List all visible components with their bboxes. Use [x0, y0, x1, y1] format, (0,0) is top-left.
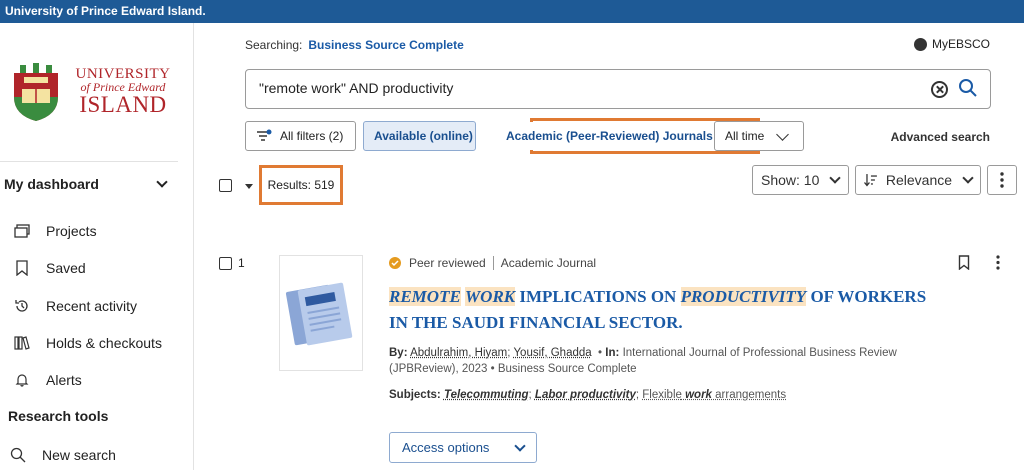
institution-banner: University of Prince Edward Island. — [0, 0, 1024, 23]
title-highlight: REMOTE — [389, 287, 461, 306]
sidebar-item-new-search[interactable]: New search — [10, 447, 116, 463]
result-meta: Peer reviewed Academic Journal — [389, 256, 596, 270]
sidebar-item-alerts[interactable]: Alerts — [14, 370, 82, 390]
sidebar: UNIVERSITY of Prince Edward ISLAND My da… — [0, 23, 194, 470]
subject-text: arrangements — [715, 389, 787, 401]
sort-icon — [864, 174, 877, 187]
main-content: Searching: Business Source Complete MyEBS… — [195, 23, 1024, 470]
chevron-down-icon — [829, 172, 842, 184]
myebsco-label: MyEBSCO — [931, 37, 990, 51]
all-filters-button[interactable]: All filters (2) — [245, 121, 356, 151]
sidebar-item-recent-activity[interactable]: Recent activity — [14, 296, 137, 316]
sidebar-item-label: Saved — [46, 260, 86, 276]
chevron-down-icon — [962, 172, 974, 184]
by-label: By: — [389, 347, 408, 359]
sidebar-item-label: Projects — [46, 223, 97, 239]
results-count-label: Results: 519 — [267, 178, 335, 192]
author-link[interactable]: Yousif, Ghadda — [513, 347, 591, 359]
result-title-link[interactable]: REMOTE WORK IMPLICATIONS ON PRODUCTIVITY… — [389, 284, 949, 336]
kebab-menu-icon[interactable] — [996, 255, 1000, 270]
research-tools-heading: Research tools — [8, 408, 109, 424]
sidebar-item-label: Recent activity — [46, 298, 138, 314]
bookmark-icon — [16, 260, 28, 276]
title-highlight: PRODUCTIVITY — [680, 287, 807, 306]
access-options-button[interactable]: Access options — [389, 432, 537, 463]
result-checkbox[interactable] — [219, 257, 232, 270]
subject-text: Flexible — [642, 389, 682, 401]
sort-dropdown[interactable]: Relevance — [855, 165, 981, 195]
time-range-dropdown[interactable]: All time — [714, 121, 804, 151]
available-online-filter[interactable]: Available (online) — [363, 121, 476, 151]
sidebar-item-label: New search — [42, 447, 116, 463]
page-size-dropdown[interactable]: Show: 10 — [752, 165, 849, 195]
search-box — [245, 69, 991, 109]
kebab-menu-icon — [1000, 172, 1004, 188]
logo-wordmark: UNIVERSITY of Prince Edward ISLAND — [68, 66, 178, 117]
result-subjects: Subjects: Telecommuting; Labor productiv… — [389, 389, 787, 401]
sidebar-item-projects[interactable]: Projects — [14, 221, 97, 241]
access-options-label: Access options — [402, 440, 490, 455]
peer-reviewed-icon — [389, 257, 401, 269]
results-toolbar: Results: 519 Show: 10 Relevance — [195, 163, 1024, 211]
advanced-search-link[interactable]: Advanced search — [891, 130, 990, 144]
clear-search-icon[interactable] — [931, 81, 948, 98]
page-size-label: Show: 10 — [761, 172, 820, 188]
result-index: 1 — [238, 256, 245, 270]
logo-line3: ISLAND — [79, 92, 167, 117]
publication-type: Academic Journal — [500, 256, 597, 270]
searching-indicator: Searching: Business Source Complete — [245, 38, 464, 52]
searching-label: Searching: — [245, 38, 303, 52]
folders-icon — [14, 224, 30, 238]
sidebar-item-label: Holds & checkouts — [46, 335, 162, 351]
chevron-down-icon — [514, 439, 526, 452]
crest-icon — [14, 63, 58, 121]
time-range-label: All time — [725, 129, 765, 143]
available-online-label: Available (online) — [374, 129, 473, 143]
author-link[interactable]: Abdulrahim, Hiyam — [410, 347, 507, 359]
select-all-checkbox[interactable] — [219, 179, 232, 192]
sidebar-item-label: Alerts — [46, 372, 82, 388]
subject-link[interactable]: Flexible work arrangements — [642, 389, 786, 401]
my-dashboard-label: My dashboard — [4, 176, 99, 192]
journal-article-icon — [285, 282, 353, 346]
chevron-down-icon — [776, 127, 790, 141]
subjects-label: Subjects: — [389, 389, 441, 401]
search-icon — [10, 447, 26, 463]
history-icon — [15, 300, 28, 312]
search-icon[interactable] — [958, 78, 978, 98]
in-label: In: — [605, 347, 620, 359]
academic-journals-label: Academic (Peer-Reviewed) Journals — [506, 129, 713, 143]
bell-icon — [15, 374, 29, 387]
sidebar-item-holds-checkouts[interactable]: Holds & checkouts — [14, 333, 162, 353]
sort-label: Relevance — [885, 172, 953, 188]
academic-journals-filter[interactable]: Academic (Peer-Reviewed) Journals — [486, 122, 713, 150]
title-text: IMPLICATIONS ON — [519, 287, 677, 306]
title-highlight: WORK — [465, 287, 516, 306]
results-count: Results: 519 — [259, 165, 343, 205]
subject-link[interactable]: Labor productivity — [535, 389, 636, 401]
meta-divider — [492, 256, 494, 270]
select-menu-caret-icon[interactable] — [245, 184, 253, 189]
books-icon — [14, 336, 30, 350]
filter-icon — [257, 129, 272, 141]
sidebar-item-saved[interactable]: Saved — [14, 258, 86, 278]
logo-line1: UNIVERSITY — [75, 66, 171, 82]
database-link[interactable]: Business Source Complete — [308, 38, 463, 52]
subject-link[interactable]: Telecommuting — [444, 389, 529, 401]
sidebar-divider — [0, 161, 178, 162]
search-input[interactable] — [259, 80, 899, 96]
university-logo[interactable]: UNIVERSITY of Prince Edward ISLAND — [12, 63, 172, 125]
myebsco-account-button[interactable]: MyEBSCO — [913, 37, 990, 51]
user-avatar-icon — [913, 37, 927, 51]
all-filters-label: All filters (2) — [280, 129, 344, 143]
chevron-down-icon — [156, 176, 168, 188]
peer-reviewed-label: Peer reviewed — [409, 256, 486, 270]
my-dashboard-toggle[interactable]: My dashboard — [4, 174, 176, 194]
more-options-button[interactable] — [987, 165, 1017, 195]
bookmark-icon[interactable] — [958, 255, 970, 270]
result-byline: By: Abdulrahim, Hiyam; Yousif, Ghadda • … — [389, 347, 897, 375]
subject-highlight: work — [685, 389, 712, 401]
result-thumbnail[interactable] — [279, 255, 363, 371]
